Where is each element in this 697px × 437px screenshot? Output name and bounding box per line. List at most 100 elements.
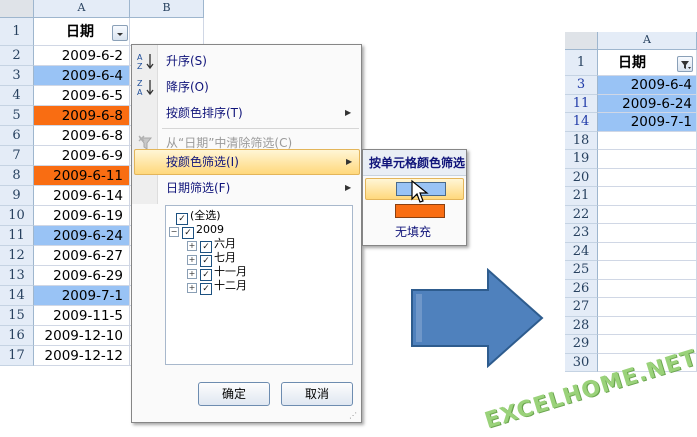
resize-grip-icon[interactable]: ⋰: [349, 411, 359, 421]
month-label: 七月: [214, 251, 236, 264]
left-row-header[interactable]: 4: [0, 86, 34, 106]
date-cell[interactable]: 2009-6-9: [34, 146, 130, 166]
tree-month-node[interactable]: + ✓ 十二月: [187, 279, 247, 295]
left-row-header[interactable]: 13: [0, 266, 34, 286]
ok-button[interactable]: 确定: [198, 382, 270, 406]
left-row-header[interactable]: 1: [0, 18, 34, 46]
date-cell[interactable]: 2009-6-8: [34, 106, 130, 126]
right-row-header-filtered[interactable]: 3: [565, 76, 598, 95]
date-cell[interactable]: 2009-6-24: [34, 226, 130, 246]
filtered-date-cell[interactable]: 2009-6-4: [598, 76, 697, 95]
date-cell[interactable]: 2009-7-1: [34, 286, 130, 306]
right-column-header-a[interactable]: A: [598, 32, 697, 50]
left-row-header[interactable]: 8: [0, 166, 34, 186]
month-label: 六月: [214, 237, 236, 250]
left-row-header[interactable]: 15: [0, 306, 34, 326]
checkbox-checked-icon[interactable]: ✓: [200, 283, 212, 295]
date-cell[interactable]: 2009-12-10: [34, 326, 130, 346]
filtered-date-cell[interactable]: 2009-7-1: [598, 113, 697, 132]
cancel-button[interactable]: 取消: [281, 382, 353, 406]
tree-month-node[interactable]: + ✓ 十一月: [187, 265, 247, 281]
right-row-header[interactable]: 1: [565, 50, 598, 76]
right-row-header[interactable]: 29: [565, 335, 598, 354]
filter-values-tree[interactable]: ✓ (全选) − ✓ 2009 + ✓ 六月 + ✓ 七月 + ✓ 十一月 + ✓ 十二月: [165, 205, 353, 365]
filter-by-color-item[interactable]: 按颜色筛选(I) ▶: [134, 149, 360, 175]
sort-ascending-item[interactable]: A Z 升序(S): [132, 48, 361, 74]
empty-cell[interactable]: [598, 279, 697, 298]
filter-dropdown-button[interactable]: [112, 25, 128, 41]
expand-icon[interactable]: +: [187, 269, 197, 279]
cell-color-filter-header: 按单元格颜色筛选: [363, 150, 466, 176]
date-cell[interactable]: 2009-6-4: [34, 66, 130, 86]
menu-separator: [162, 128, 359, 129]
left-row-header[interactable]: 7: [0, 146, 34, 166]
left-row-header[interactable]: 17: [0, 346, 34, 366]
date-cell[interactable]: 2009-11-5: [34, 306, 130, 326]
left-row-header[interactable]: 3: [0, 66, 34, 86]
left-row-header[interactable]: 6: [0, 126, 34, 146]
filtered-date-cell[interactable]: 2009-6-24: [598, 94, 697, 113]
empty-cell[interactable]: [598, 131, 697, 150]
empty-cell[interactable]: [598, 298, 697, 317]
empty-cell[interactable]: [598, 224, 697, 243]
empty-cell[interactable]: [598, 261, 697, 280]
expand-icon[interactable]: +: [187, 255, 197, 265]
no-fill-option[interactable]: 无填充: [365, 223, 464, 245]
empty-cell[interactable]: [598, 205, 697, 224]
tree-month-node[interactable]: + ✓ 七月: [187, 251, 236, 267]
right-row-header[interactable]: 23: [565, 224, 598, 243]
left-row-header[interactable]: 14: [0, 286, 34, 306]
date-cell[interactable]: 2009-6-27: [34, 246, 130, 266]
active-filter-button[interactable]: [677, 56, 693, 72]
left-row-header[interactable]: 12: [0, 246, 34, 266]
date-filter-item[interactable]: 日期筛选(F) ▶: [132, 175, 361, 201]
expand-icon[interactable]: +: [187, 283, 197, 293]
right-row-header-filtered[interactable]: 11: [565, 94, 598, 113]
right-row-header[interactable]: 21: [565, 187, 598, 206]
date-cell[interactable]: 2009-6-5: [34, 86, 130, 106]
empty-cell[interactable]: [598, 316, 697, 335]
empty-cell[interactable]: [598, 168, 697, 187]
right-row-header[interactable]: 19: [565, 150, 598, 169]
right-row-header[interactable]: 22: [565, 205, 598, 224]
left-row-header[interactable]: 5: [0, 106, 34, 126]
left-row-header[interactable]: 10: [0, 206, 34, 226]
expand-icon[interactable]: +: [187, 241, 197, 251]
left-column-header-b[interactable]: B: [130, 0, 204, 18]
right-row-header[interactable]: 25: [565, 261, 598, 280]
date-cell[interactable]: 2009-6-29: [34, 266, 130, 286]
tree-month-node[interactable]: + ✓ 六月: [187, 237, 236, 253]
no-fill-label: 无填充: [395, 225, 432, 239]
right-row-header[interactable]: 30: [565, 353, 598, 372]
sort-ascending-label: 升序(S): [166, 54, 207, 68]
left-row-header[interactable]: 11: [0, 226, 34, 246]
right-row-header[interactable]: 18: [565, 131, 598, 150]
right-row-header[interactable]: 20: [565, 168, 598, 187]
right-row-header[interactable]: 24: [565, 242, 598, 261]
empty-cell[interactable]: [598, 150, 697, 169]
date-cell[interactable]: 2009-6-14: [34, 186, 130, 206]
empty-cell[interactable]: [598, 187, 697, 206]
date-cell[interactable]: 2009-6-11: [34, 166, 130, 186]
right-row-header[interactable]: 26: [565, 279, 598, 298]
right-row-header-filtered[interactable]: 14: [565, 113, 598, 132]
collapse-icon[interactable]: −: [169, 227, 179, 237]
date-cell[interactable]: 2009-6-19: [34, 206, 130, 226]
sort-by-color-item[interactable]: 按颜色排序(T) ▶: [132, 100, 361, 126]
left-row-header[interactable]: 16: [0, 326, 34, 346]
left-cell-b1[interactable]: [130, 18, 204, 46]
right-row-header[interactable]: 28: [565, 316, 598, 335]
tree-year-node[interactable]: − ✓ 2009: [169, 223, 224, 239]
right-select-all-corner[interactable]: [565, 32, 598, 50]
left-row-header[interactable]: 2: [0, 46, 34, 66]
date-cell[interactable]: 2009-6-8: [34, 126, 130, 146]
left-row-header[interactable]: 9: [0, 186, 34, 206]
empty-cell[interactable]: [598, 242, 697, 261]
tree-select-all[interactable]: ✓ (全选): [176, 209, 221, 225]
left-select-all-corner[interactable]: [0, 0, 34, 18]
date-cell[interactable]: 2009-6-2: [34, 46, 130, 66]
sort-descending-item[interactable]: Z A 降序(O): [132, 74, 361, 100]
right-row-header[interactable]: 27: [565, 298, 598, 317]
date-cell[interactable]: 2009-12-12: [34, 346, 130, 366]
left-column-header-a[interactable]: A: [34, 0, 130, 18]
